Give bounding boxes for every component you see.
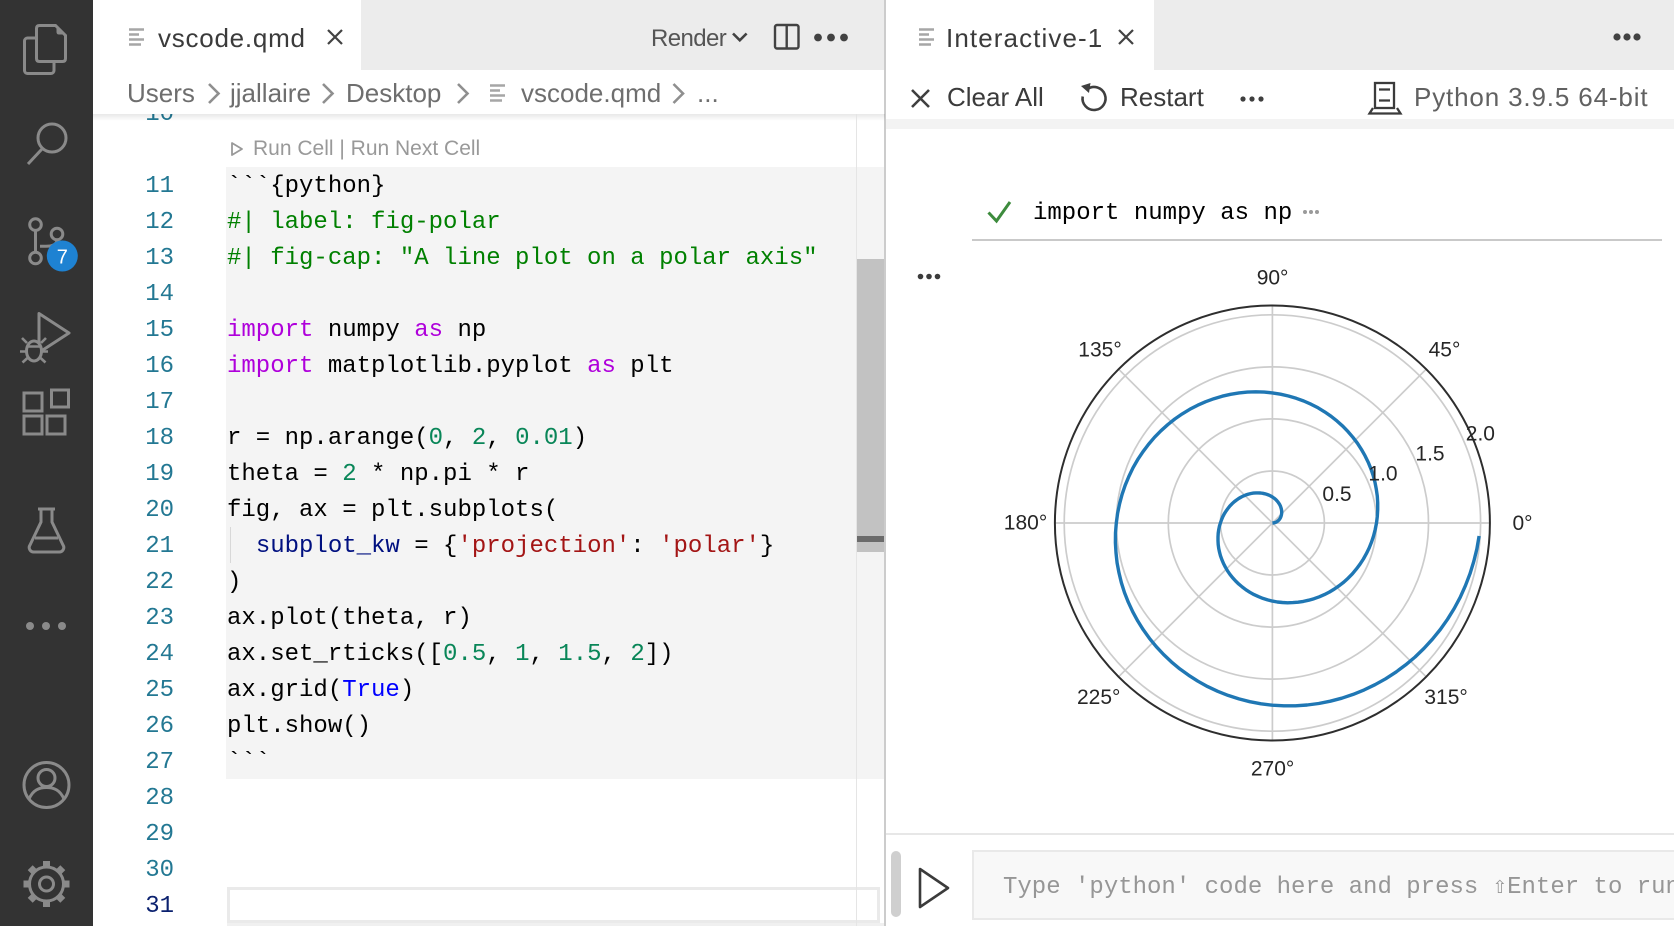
svg-text:1.0: 1.0 xyxy=(1368,463,1397,486)
svg-text:180°: 180° xyxy=(1004,512,1047,535)
svg-text:0.5: 0.5 xyxy=(1322,483,1351,506)
svg-text:270°: 270° xyxy=(1251,758,1294,781)
svg-text:7: 7 xyxy=(57,247,68,269)
svg-text:90°: 90° xyxy=(1257,266,1289,289)
svg-text:135°: 135° xyxy=(1078,339,1121,362)
svg-text:0°: 0° xyxy=(1512,512,1532,535)
svg-text:2.0: 2.0 xyxy=(1466,423,1495,446)
svg-text:1.5: 1.5 xyxy=(1415,443,1444,466)
svg-text:45°: 45° xyxy=(1429,339,1461,362)
svg-text:315°: 315° xyxy=(1424,686,1467,709)
svg-text:225°: 225° xyxy=(1077,686,1120,709)
